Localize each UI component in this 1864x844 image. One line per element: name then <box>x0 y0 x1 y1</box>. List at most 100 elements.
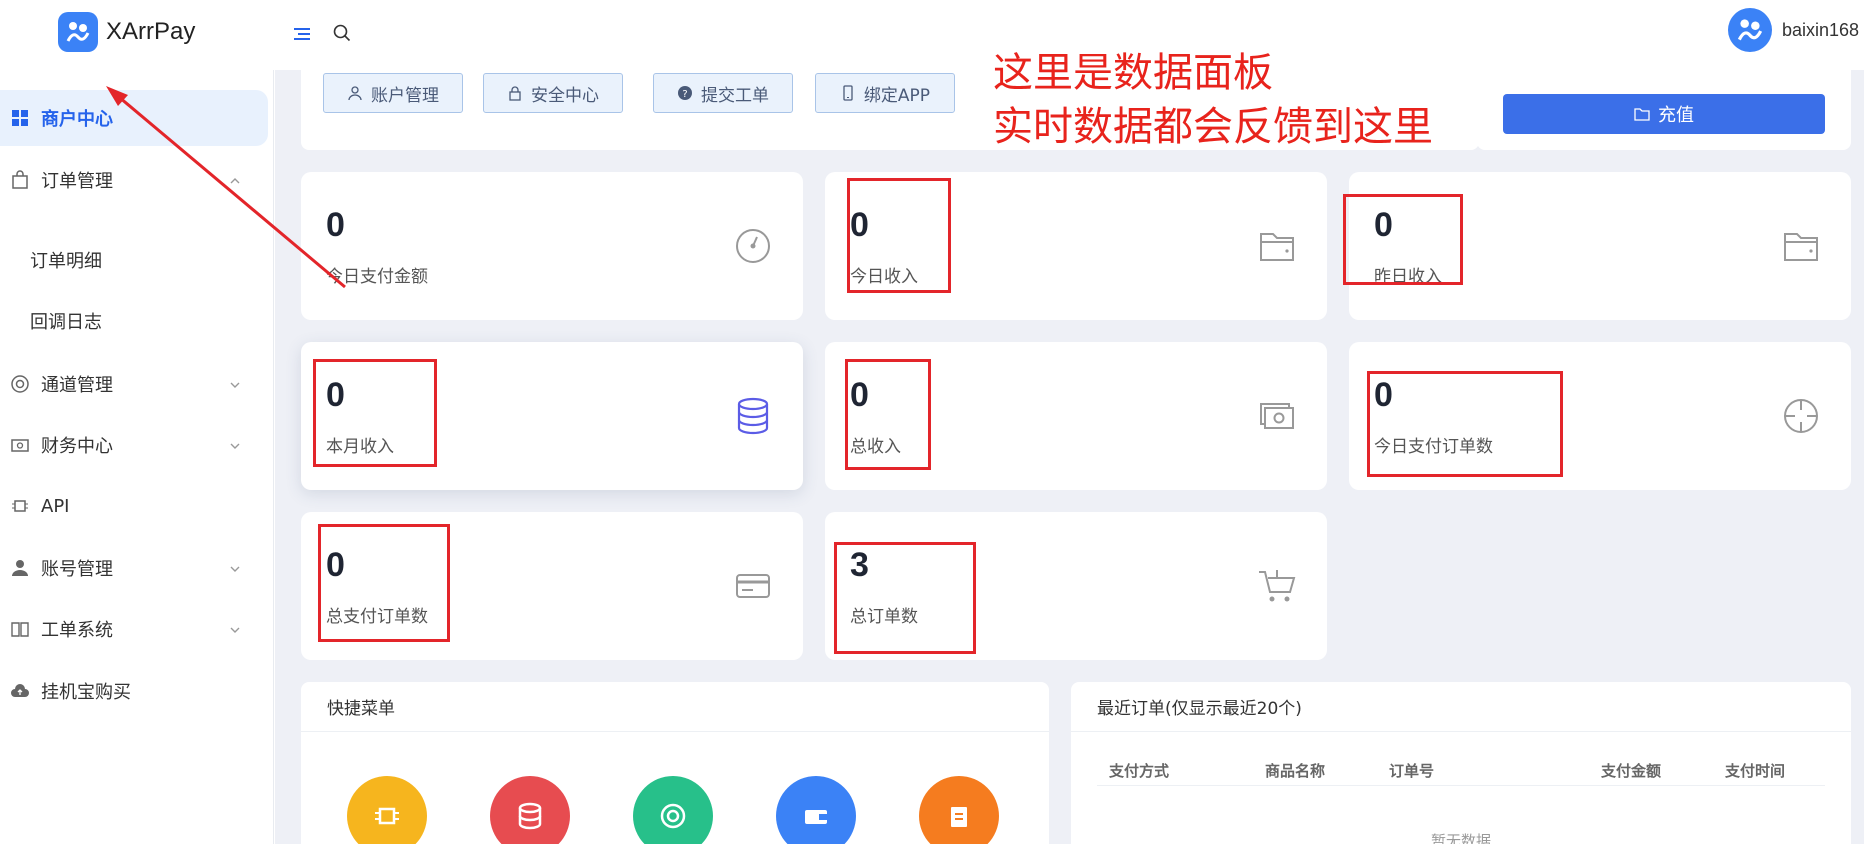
submit-ticket-button[interactable]: ? 提交工单 <box>653 73 793 113</box>
avatar <box>1728 8 1772 52</box>
stat-card-today-paid-orders: 0 今日支付订单数 <box>1349 342 1851 490</box>
search-icon[interactable] <box>333 24 351 42</box>
stat-card-total-income: 0 总收入 <box>825 342 1327 490</box>
speedometer-icon <box>733 226 773 266</box>
sidebar-item-label: 商户中心 <box>41 109 113 130</box>
stat-card-today-income: 0 今日收入 <box>825 172 1327 320</box>
stat-label: 总订单数 <box>850 607 918 627</box>
stat-label: 总收入 <box>850 437 901 457</box>
stat-value: 0 <box>1374 206 1393 244</box>
sidebar-item-api[interactable]: API <box>0 478 268 534</box>
chevron-down-icon <box>228 377 242 391</box>
sidebar-item-label: 工单系统 <box>41 620 113 641</box>
stat-label: 总支付订单数 <box>326 607 428 627</box>
cloud-upload-icon <box>10 681 30 701</box>
cash-icon <box>1257 396 1297 436</box>
annotation-line: 实时数据都会反馈到这里 <box>993 104 1433 150</box>
app-logo[interactable]: XArrPay <box>58 12 195 52</box>
recharge-button[interactable]: 充值 <box>1503 94 1825 134</box>
user-menu[interactable]: baixin168 <box>1728 8 1859 52</box>
stat-card-month-income: 0 本月收入 <box>301 342 803 490</box>
folder-icon <box>1781 226 1821 266</box>
folder-icon <box>1257 226 1297 266</box>
sidebar-item-channels[interactable]: 通道管理 <box>0 356 268 412</box>
sidebar-item-tickets[interactable]: 工单系统 <box>0 601 268 657</box>
cart-icon <box>1257 566 1297 606</box>
stat-value: 0 <box>850 376 869 414</box>
mobile-icon <box>843 85 853 101</box>
crosshair-icon <box>1781 396 1821 436</box>
sidebar-item-finance[interactable]: 财务中心 <box>0 417 268 473</box>
stat-card-total-orders: 3 总订单数 <box>825 512 1327 660</box>
main-content: 账户管理 安全中心 ? 提交工单 绑定APP 充值 0 今日支付金额 0 今日收… <box>275 70 1864 844</box>
top-bar: XArrPay baixin168 <box>0 0 1864 70</box>
chevron-down-icon <box>228 561 242 575</box>
button-label: 账户管理 <box>371 85 439 106</box>
sidebar-item-merchant-center[interactable]: 商户中心 <box>0 90 268 146</box>
button-label: 安全中心 <box>531 85 599 106</box>
recent-orders-title: 最近订单(仅显示最近20个) <box>1071 682 1851 732</box>
column-header: 支付时间 <box>1725 762 1786 780</box>
folder-icon <box>1634 108 1650 121</box>
lifebuoy-icon <box>660 803 686 829</box>
stat-label: 今日收入 <box>850 267 918 287</box>
sidebar-item-label: 回调日志 <box>30 312 102 333</box>
sidebar-item-callback-log[interactable]: 回调日志 <box>0 296 268 346</box>
sidebar-item-account[interactable]: 账号管理 <box>0 540 268 596</box>
question-circle-icon: ? <box>678 86 692 100</box>
credit-card-icon <box>733 566 773 606</box>
column-header: 支付金额 <box>1601 762 1662 780</box>
sidebar-item-order-details[interactable]: 订单明细 <box>0 235 268 285</box>
lifebuoy-icon <box>10 374 30 394</box>
stat-value: 0 <box>326 206 345 244</box>
stat-label: 昨日收入 <box>1374 267 1442 287</box>
menu-toggle-icon[interactable] <box>294 26 310 42</box>
bind-app-button[interactable]: 绑定APP <box>815 73 955 113</box>
clipboard-icon <box>951 807 967 827</box>
security-center-button[interactable]: 安全中心 <box>483 73 623 113</box>
button-label: 充值 <box>1658 105 1694 126</box>
column-header: 商品名称 <box>1265 762 1326 780</box>
sidebar-item-label: 订单明细 <box>30 251 102 272</box>
chip-icon <box>10 496 30 516</box>
button-label: 绑定APP <box>863 85 931 106</box>
empty-state-text: 暂无数据 <box>1430 832 1491 844</box>
quick-menu-title: 快捷菜单 <box>301 682 1049 732</box>
sidebar-item-label: 通道管理 <box>41 375 113 396</box>
sidebar-item-hosting-purchase[interactable]: 挂机宝购买 <box>0 663 268 719</box>
stat-value: 3 <box>850 546 869 584</box>
annotation-text: 这里是数据面板 实时数据都会反馈到这里 <box>993 46 1433 154</box>
grid-icon <box>10 108 30 128</box>
stat-label: 今日支付订单数 <box>1374 437 1493 457</box>
stat-value: 0 <box>326 546 345 584</box>
orders-table-header: 支付方式 商品名称 订单号 支付金额 支付时间 <box>1097 750 1825 786</box>
database-icon <box>518 802 542 830</box>
column-header: 订单号 <box>1389 762 1435 780</box>
sidebar-item-label: 订单管理 <box>41 171 113 192</box>
user-icon <box>10 558 30 578</box>
sidebar-item-label: API <box>41 495 70 517</box>
stat-card-total-paid-orders: 0 总支付订单数 <box>301 512 803 660</box>
chip-icon <box>375 807 399 825</box>
chevron-up-icon <box>228 173 242 187</box>
sidebar: 商户中心 订单管理 订单明细 回调日志 通道管理 财务中心 API 账号管理 工… <box>0 70 274 844</box>
button-label: 提交工单 <box>701 85 769 106</box>
book-icon <box>10 619 30 639</box>
app-name: XArrPay <box>106 18 196 45</box>
sidebar-item-label: 挂机宝购买 <box>41 682 131 703</box>
stat-value: 0 <box>1374 376 1393 414</box>
stat-label: 今日支付金额 <box>326 267 428 287</box>
chevron-down-icon <box>228 438 242 452</box>
shopping-bag-icon <box>10 170 30 190</box>
sidebar-item-label: 财务中心 <box>41 436 113 457</box>
recent-orders-panel: 最近订单(仅显示最近20个) 支付方式 商品名称 订单号 支付金额 支付时间 暂… <box>1071 682 1851 844</box>
stat-label: 本月收入 <box>326 437 394 457</box>
database-icon <box>733 396 773 436</box>
lock-icon <box>509 86 521 101</box>
stat-value: 0 <box>850 206 869 244</box>
recharge-card: 充值 <box>1477 70 1851 150</box>
sidebar-item-orders[interactable]: 订单管理 <box>0 152 268 208</box>
stat-value: 0 <box>326 376 345 414</box>
wallet-icon <box>10 435 30 455</box>
account-management-button[interactable]: 账户管理 <box>323 73 463 113</box>
